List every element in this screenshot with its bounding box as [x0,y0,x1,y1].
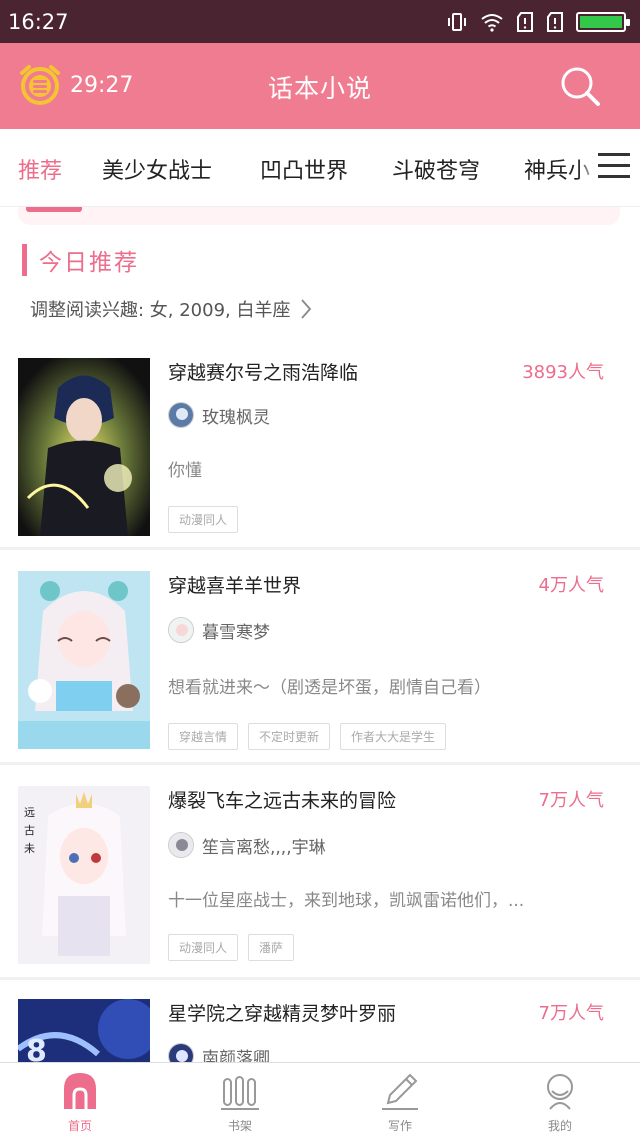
avatar [168,832,194,858]
tab-sailor-moon[interactable]: 美少女战士 [102,153,212,185]
tab-recommend[interactable]: 推荐 [18,153,62,185]
book-author[interactable]: 玫瑰枫灵 [168,402,270,428]
book-description: 十一位星座战士，来到地球，凯飒雷诺他们，... [168,891,525,911]
author-name: 南颜落卿 [202,1048,270,1064]
book-title[interactable]: 穿越赛尔号之雨浩降临 [168,358,358,385]
book-tag[interactable]: 作者大大是学生 [340,723,447,750]
author-name: 笙言离愁,,,,宇琳 [202,837,326,858]
book-item[interactable]: 穿越喜羊羊世界 4万人气 暮雪寒梦 想看就进来～（剧透是坏蛋，剧情自己看） 穿越… [0,553,640,765]
book-tag[interactable]: 潘萨 [248,934,295,961]
book-description: 你懂 [168,461,202,481]
nav-home[interactable]: 首页 [0,1063,160,1138]
book-cover[interactable]: 远 古 未 [18,786,150,964]
tab-aotu-world[interactable]: 凹凸世界 [260,153,348,185]
book-cover[interactable]: 8 [18,999,150,1063]
reading-interest-link[interactable]: 调整阅读兴趣: 女, 2009, 白羊座 [30,296,312,322]
nav-profile[interactable]: 我的 [480,1063,640,1138]
nav-home-label: 首页 [67,1119,92,1133]
book-description: 想看就进来～（剧透是坏蛋，剧情自己看） [168,678,491,698]
book-tags: 动漫同人 潘萨 [168,934,295,961]
banner-carousel[interactable] [18,207,620,225]
book-tags: 穿越言情 不定时更新 作者大大是学生 [168,723,447,750]
book-tags: 动漫同人 [168,506,239,533]
section-header: 今日推荐 [22,243,139,277]
bottom-navigation: 首页 书架 写作 我的 [0,1062,640,1138]
nav-write-label: 写作 [387,1119,412,1133]
book-item[interactable]: 8 星学院之穿越精灵梦叶罗丽 7万人气 南颜落卿 [0,983,640,1063]
svg-text:未: 未 [24,842,35,855]
menu-icon[interactable] [598,153,630,183]
chevron-right-icon [301,299,312,319]
pencil-icon [382,1073,418,1110]
book-item[interactable]: 穿越赛尔号之雨浩降临 3893人气 玫瑰枫灵 你懂 动漫同人 [0,344,640,550]
bookshelf-icon [221,1076,259,1110]
book-author[interactable]: 笙言离愁,,,,宇琳 [168,832,326,858]
tab-fade [578,147,598,187]
nav-bookshelf-label: 书架 [227,1119,252,1133]
reading-interest-label: 调整阅读兴趣: 女, 2009, 白羊座 [30,300,291,321]
avatar [168,402,194,428]
author-name: 玫瑰枫灵 [202,407,270,428]
nav-bookshelf[interactable]: 书架 [160,1063,320,1138]
nav-write[interactable]: 写作 [320,1063,480,1138]
banner-indicator [26,207,82,212]
avatar [168,617,194,643]
book-author[interactable]: 南颜落卿 [168,1043,270,1063]
svg-text:远: 远 [24,806,35,819]
search-icon[interactable] [558,64,602,108]
author-name: 暮雪寒梦 [202,622,270,643]
popularity-count: 7万人气 [538,1003,604,1024]
nav-profile-label: 我的 [547,1119,572,1133]
home-icon [64,1073,96,1109]
section-title: 今日推荐 [39,250,139,276]
book-tag[interactable]: 不定时更新 [248,723,331,750]
book-tag[interactable]: 动漫同人 [168,934,239,961]
status-icons [446,11,630,33]
svg-text:古: 古 [24,824,35,837]
profile-icon [547,1074,573,1110]
battery-icon [576,11,630,32]
section-accent-bar [22,244,27,276]
book-title[interactable]: 星学院之穿越精灵梦叶罗丽 [168,999,396,1026]
popularity-count: 7万人气 [538,790,604,811]
book-title[interactable]: 穿越喜羊羊世界 [168,571,301,598]
avatar [168,1043,194,1063]
status-bar: 16:27 [0,0,640,43]
book-title[interactable]: 爆裂飞车之远古未来的冒险 [168,786,396,813]
vibrate-icon [448,12,466,31]
svg-text:8: 8 [26,1034,47,1063]
sim-icon [547,11,563,32]
wifi-icon [481,13,503,32]
book-item[interactable]: 远 古 未 爆裂飞车之远古未来的冒险 7万人气 笙言离愁,,,,宇琳 十一位星座… [0,768,640,980]
book-author[interactable]: 暮雪寒梦 [168,617,270,643]
popularity-count: 4万人气 [538,575,604,596]
tab-doupo[interactable]: 斗破苍穹 [392,153,480,185]
book-cover[interactable] [18,571,150,749]
category-tabs: 推荐 美少女战士 凹凸世界 斗破苍穹 神兵小 [0,129,640,207]
app-header: 29:27 话本小说 [0,43,640,129]
status-time: 16:27 [8,9,69,34]
app-title: 话本小说 [267,74,372,103]
book-tag[interactable]: 穿越言情 [168,723,239,750]
popularity-count: 3893人气 [522,362,604,383]
sim-icon [517,11,533,32]
book-tag[interactable]: 动漫同人 [168,506,239,533]
book-cover[interactable] [18,358,150,536]
